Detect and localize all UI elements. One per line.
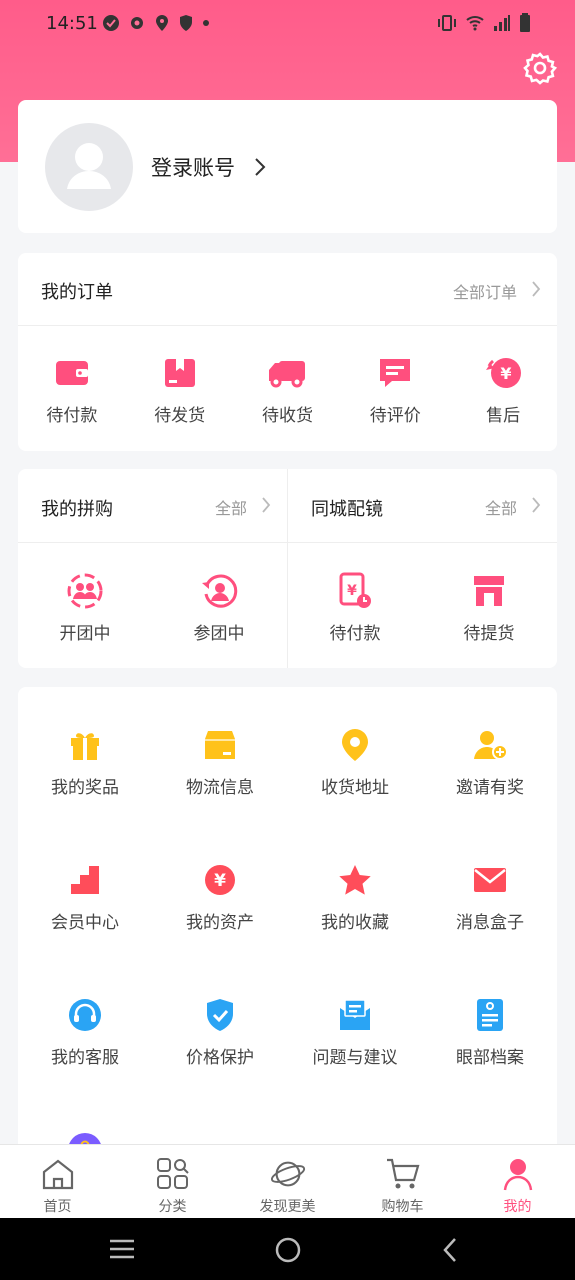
- file-icon: [477, 999, 503, 1031]
- svg-text:¥: ¥: [501, 364, 512, 383]
- wallet-icon: [55, 361, 88, 385]
- shield-check-icon: [207, 999, 233, 1031]
- check-circle-icon: [103, 15, 119, 31]
- gear-small-icon: [131, 17, 143, 29]
- service-member-center[interactable]: 会员中心: [18, 860, 152, 933]
- tab-home[interactable]: 首页: [0, 1145, 115, 1219]
- order-pending-shipment[interactable]: 待发货: [126, 353, 234, 426]
- wifi-icon: [466, 16, 484, 31]
- user-icon: [503, 1159, 532, 1191]
- stairs-icon: [71, 866, 99, 894]
- group-started[interactable]: 开团中: [18, 571, 152, 644]
- group-buy-section: 我的拼购 全部 开团中 参团中: [18, 469, 288, 668]
- service-my-prizes[interactable]: 我的奖品: [18, 725, 152, 798]
- status-system-icons: [437, 13, 531, 33]
- signal-icon: [494, 15, 510, 31]
- services-card: 我的奖品 物流信息 收货地址 邀请有奖 会员中心 ¥ 我的资产 我的收藏 消息盒…: [18, 687, 557, 1167]
- group-buy-header: 我的拼购 全部: [18, 469, 287, 543]
- group-join-icon: [202, 574, 238, 608]
- mail-icon: [474, 868, 506, 892]
- add-user-icon: [474, 731, 508, 760]
- chevron-right-icon: [262, 497, 271, 513]
- settings-button[interactable]: [522, 50, 558, 86]
- service-customer-support[interactable]: 我的客服: [18, 995, 152, 1068]
- svg-text:¥: ¥: [214, 871, 226, 891]
- headset-icon: [69, 999, 101, 1031]
- avatar[interactable]: [45, 123, 133, 211]
- order-after-sales[interactable]: ¥ 售后: [449, 353, 557, 426]
- planet-icon: [270, 1161, 305, 1187]
- gear-icon: [523, 52, 558, 85]
- orders-card: 我的订单 全部订单 待付款 待发货 待收货 待评价 ¥ 售后: [18, 253, 557, 451]
- service-my-assets[interactable]: ¥ 我的资产: [153, 860, 287, 933]
- service-logistics[interactable]: 物流信息: [153, 725, 287, 798]
- bill-clock-icon: ¥: [339, 572, 371, 608]
- local-pending-payment[interactable]: ¥ 待付款: [288, 571, 422, 644]
- chevron-right-icon: [255, 158, 266, 176]
- local-pending-pickup[interactable]: 待提货: [422, 571, 556, 644]
- feedback-icon: [340, 999, 370, 1030]
- status-time: 14:51: [46, 13, 98, 34]
- store-icon: [474, 576, 504, 606]
- group-start-icon: [67, 573, 103, 609]
- star-icon: [339, 865, 371, 895]
- local-glasses-section: 同城配镜 全部 ¥ 待付款 待提货: [288, 469, 557, 668]
- svg-text:¥: ¥: [347, 583, 357, 599]
- service-my-favorites[interactable]: 我的收藏: [288, 860, 422, 933]
- category-icon: [156, 1158, 189, 1189]
- local-glasses-all-link[interactable]: 全部: [485, 495, 517, 519]
- chevron-right-icon: [532, 281, 541, 297]
- shield-small-icon: [180, 15, 192, 31]
- yuan-coin-icon: ¥: [205, 865, 235, 895]
- status-bar: 14:51: [0, 0, 575, 48]
- order-pending-review[interactable]: 待评价: [341, 353, 449, 426]
- home-icon: [42, 1159, 73, 1190]
- tab-discover[interactable]: 发现更美: [230, 1145, 345, 1219]
- location-pin-icon: [342, 729, 368, 761]
- service-shipping-address[interactable]: 收货地址: [288, 725, 422, 798]
- menu-icon[interactable]: [108, 1238, 136, 1260]
- default-avatar-icon: [67, 143, 111, 189]
- back-icon[interactable]: [440, 1236, 460, 1264]
- box-icon: [205, 731, 235, 759]
- service-message-box[interactable]: 消息盒子: [423, 860, 557, 933]
- profile-card[interactable]: 登录账号: [18, 100, 557, 233]
- gift-icon: [71, 733, 99, 760]
- cart-icon: [386, 1158, 419, 1189]
- tab-category[interactable]: 分类: [115, 1145, 230, 1219]
- bottom-tab-bar: 首页 分类 发现更美 购物车 我的: [0, 1144, 575, 1219]
- group-and-local-card: 我的拼购 全部 开团中 参团中 同城配镜 全部 ¥ 待付款 待提货: [18, 469, 557, 668]
- all-orders-link[interactable]: 全部订单: [453, 279, 517, 303]
- group-joined[interactable]: 参团中: [152, 571, 286, 644]
- orders-title: 我的订单: [41, 282, 113, 303]
- group-buy-all-link[interactable]: 全部: [215, 495, 247, 519]
- package-icon: [164, 359, 195, 387]
- local-glasses-header: 同城配镜 全部: [288, 469, 557, 543]
- refund-icon: ¥: [486, 358, 522, 388]
- order-pending-payment[interactable]: 待付款: [18, 353, 126, 426]
- status-notification-icons: [102, 14, 210, 32]
- chevron-right-icon: [532, 497, 541, 513]
- vibrate-icon: [438, 15, 456, 31]
- tab-mine[interactable]: 我的: [460, 1145, 575, 1219]
- battery-icon: [520, 13, 530, 32]
- dot-icon: [203, 20, 209, 26]
- comment-icon: [380, 359, 411, 387]
- location-small-icon: [156, 15, 168, 31]
- order-status-row: 待付款 待发货 待收货 待评价 ¥ 售后: [18, 353, 557, 426]
- service-price-protection[interactable]: 价格保护: [153, 995, 287, 1068]
- service-invite-reward[interactable]: 邀请有奖: [423, 725, 557, 798]
- service-feedback[interactable]: 问题与建议: [288, 995, 422, 1068]
- login-link[interactable]: 登录账号: [151, 152, 235, 182]
- truck-icon: [269, 361, 306, 388]
- system-navigation-bar: [0, 1218, 575, 1280]
- home-circle-icon[interactable]: [274, 1236, 302, 1264]
- service-eye-records[interactable]: 眼部档案: [423, 995, 557, 1068]
- tab-cart[interactable]: 购物车: [345, 1145, 460, 1219]
- orders-header: 我的订单 全部订单: [18, 253, 557, 326]
- order-pending-receipt[interactable]: 待收货: [234, 353, 342, 426]
